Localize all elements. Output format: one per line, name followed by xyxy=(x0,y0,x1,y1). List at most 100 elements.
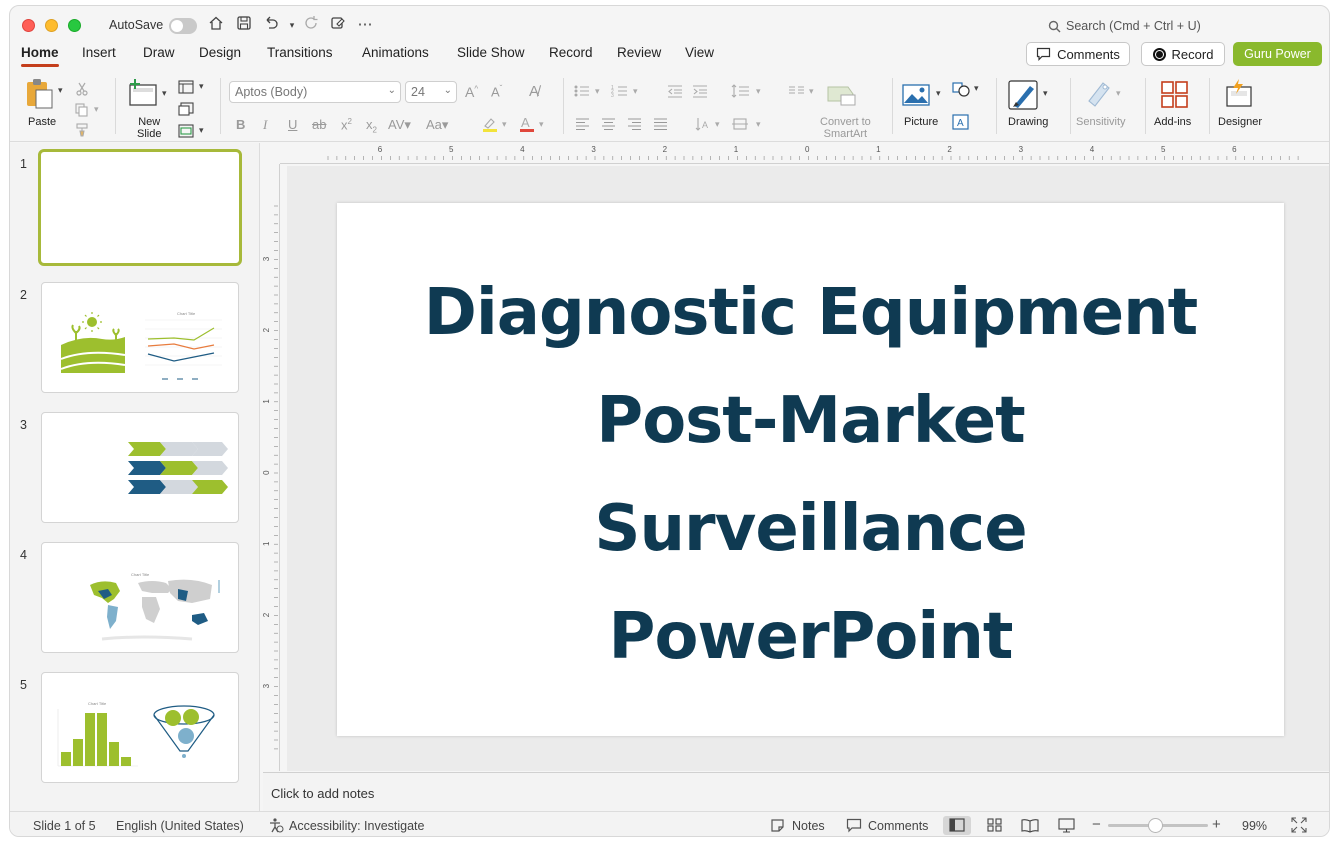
align-left-icon[interactable] xyxy=(575,117,590,134)
layout-icon[interactable] xyxy=(178,80,194,97)
decrease-indent-icon[interactable] xyxy=(667,84,683,101)
normal-view-button[interactable] xyxy=(943,816,971,835)
cut-icon[interactable] xyxy=(75,82,89,99)
subscript-icon[interactable]: x2 xyxy=(366,117,377,135)
italic-icon[interactable]: I xyxy=(263,117,267,133)
comments-button[interactable]: Comments xyxy=(1026,42,1130,66)
clear-formatting-icon[interactable]: A̸ xyxy=(529,83,539,100)
text-box-icon[interactable]: A xyxy=(952,114,970,133)
format-painter-icon[interactable] xyxy=(75,123,89,140)
bullets-icon[interactable]: ▾ xyxy=(573,84,603,101)
superscript-icon[interactable]: x2 xyxy=(341,117,352,132)
redo-icon[interactable] xyxy=(302,15,322,35)
picture-dropdown-icon[interactable]: ▾ xyxy=(936,88,941,99)
numbering-icon[interactable]: 1 2 3 ▾ xyxy=(611,84,641,101)
guru-power-button[interactable]: Guru Power xyxy=(1233,42,1322,66)
slide-thumbnail-5[interactable]: Chart Title xyxy=(41,672,239,783)
reset-slide-icon[interactable] xyxy=(178,102,194,119)
zoom-slider-handle[interactable] xyxy=(1148,818,1163,833)
comments-toggle[interactable]: Comments xyxy=(868,819,928,833)
justify-icon[interactable] xyxy=(653,117,668,134)
slide-thumbnail-4[interactable]: Chart Title xyxy=(41,542,239,653)
font-color-icon[interactable]: A ▾ xyxy=(518,115,548,135)
slide-title[interactable]: Diagnostic Equipment Post-Market Surveil… xyxy=(337,259,1284,691)
paste-dropdown-icon[interactable]: ▾ xyxy=(58,85,63,96)
copy-icon[interactable] xyxy=(75,103,89,120)
tab-insert[interactable]: Insert xyxy=(82,44,116,70)
minimize-window-button[interactable] xyxy=(45,19,58,32)
zoom-in-icon[interactable]: + xyxy=(1212,816,1221,833)
align-center-icon[interactable] xyxy=(601,117,616,134)
text-direction-icon[interactable]: A ▾ xyxy=(695,117,725,134)
character-spacing-icon[interactable]: AV▾ xyxy=(388,117,411,133)
section-icon[interactable] xyxy=(178,124,194,141)
columns-icon[interactable]: ▾ xyxy=(788,84,818,101)
comments-icon[interactable] xyxy=(846,818,862,836)
notes-pane[interactable]: Click to add notes xyxy=(263,772,1329,811)
tab-slide-show[interactable]: Slide Show xyxy=(457,44,525,70)
accessibility-status[interactable]: Accessibility: Investigate xyxy=(289,819,424,833)
underline-icon[interactable]: U xyxy=(288,117,297,132)
tab-review[interactable]: Review xyxy=(617,44,661,70)
tab-design[interactable]: Design xyxy=(199,44,241,70)
tab-view[interactable]: View xyxy=(685,44,714,70)
paste-icon[interactable] xyxy=(25,78,55,113)
picture-icon[interactable] xyxy=(902,83,932,110)
decrease-font-size-icon[interactable]: Aˇ xyxy=(491,84,502,99)
home-icon[interactable] xyxy=(206,15,226,35)
slideshow-view-button[interactable] xyxy=(1053,816,1081,835)
slide-sorter-view-button[interactable] xyxy=(981,816,1009,835)
search-bar[interactable]: Search (Cmd + Ctrl + U) xyxy=(1048,19,1201,33)
drawing-dropdown-icon[interactable]: ▾ xyxy=(1043,88,1048,99)
zoom-window-button[interactable] xyxy=(68,19,81,32)
layout-dropdown-icon[interactable]: ▾ xyxy=(199,81,204,92)
new-slide-dropdown-icon[interactable]: ▾ xyxy=(162,88,167,99)
align-text-icon[interactable]: ▾ xyxy=(731,117,765,134)
more-options-icon[interactable]: ⋯ xyxy=(355,15,375,35)
shapes-icon[interactable] xyxy=(952,82,972,101)
slide-thumbnail-3[interactable] xyxy=(41,412,239,523)
copy-dropdown-icon[interactable]: ▾ xyxy=(94,104,99,115)
tab-transitions[interactable]: Transitions xyxy=(267,44,333,70)
smartart-icon[interactable] xyxy=(826,83,858,110)
notes-icon[interactable] xyxy=(770,818,785,836)
tab-record[interactable]: Record xyxy=(549,44,593,70)
designer-icon[interactable] xyxy=(1223,79,1255,112)
close-window-button[interactable] xyxy=(22,19,35,32)
zoom-out-icon[interactable]: − xyxy=(1092,816,1101,833)
autosave-toggle[interactable] xyxy=(169,18,197,34)
add-ins-icon[interactable] xyxy=(1160,80,1190,113)
bold-icon[interactable]: B xyxy=(236,117,245,132)
record-button[interactable]: Record xyxy=(1141,42,1225,66)
align-right-icon[interactable] xyxy=(627,117,642,134)
sensitivity-icon[interactable] xyxy=(1085,79,1115,112)
tab-animations[interactable]: Animations xyxy=(362,44,429,70)
zoom-level[interactable]: 99% xyxy=(1242,819,1267,833)
highlight-icon[interactable]: ▾ xyxy=(481,116,511,135)
save-icon[interactable] xyxy=(234,15,254,35)
zoom-slider[interactable] xyxy=(1108,818,1208,833)
strikethrough-icon[interactable]: ab xyxy=(312,117,326,132)
increase-indent-icon[interactable] xyxy=(692,84,708,101)
slideshow-quick-icon[interactable] xyxy=(328,15,348,35)
increase-font-size-icon[interactable]: A^ xyxy=(465,84,478,100)
sensitivity-dropdown-icon[interactable]: ▾ xyxy=(1116,88,1121,99)
font-size-select[interactable]: 24 ⌄ xyxy=(405,81,457,103)
accessibility-icon[interactable] xyxy=(268,817,284,836)
slide-thumbnail-1[interactable] xyxy=(38,149,242,266)
section-dropdown-icon[interactable]: ▾ xyxy=(199,125,204,136)
tab-home[interactable]: Home xyxy=(21,44,59,70)
notes-toggle[interactable]: Notes xyxy=(792,819,825,833)
new-slide-icon[interactable] xyxy=(128,79,158,110)
change-case-icon[interactable]: Aa▾ xyxy=(426,117,448,133)
drawing-icon[interactable] xyxy=(1008,80,1040,115)
fit-to-window-icon[interactable] xyxy=(1291,817,1307,836)
shapes-dropdown-icon[interactable]: ▾ xyxy=(974,83,979,94)
current-slide[interactable]: Diagnostic Equipment Post-Market Surveil… xyxy=(337,203,1284,736)
font-name-select[interactable]: Aptos (Body) ⌄ xyxy=(229,81,401,103)
language-indicator[interactable]: English (United States) xyxy=(116,819,244,833)
tab-draw[interactable]: Draw xyxy=(143,44,175,70)
slide-thumbnail-2[interactable]: Chart Title xyxy=(41,282,239,393)
undo-dropdown-icon[interactable]: ▾ xyxy=(282,15,302,35)
reading-view-button[interactable] xyxy=(1016,816,1044,835)
